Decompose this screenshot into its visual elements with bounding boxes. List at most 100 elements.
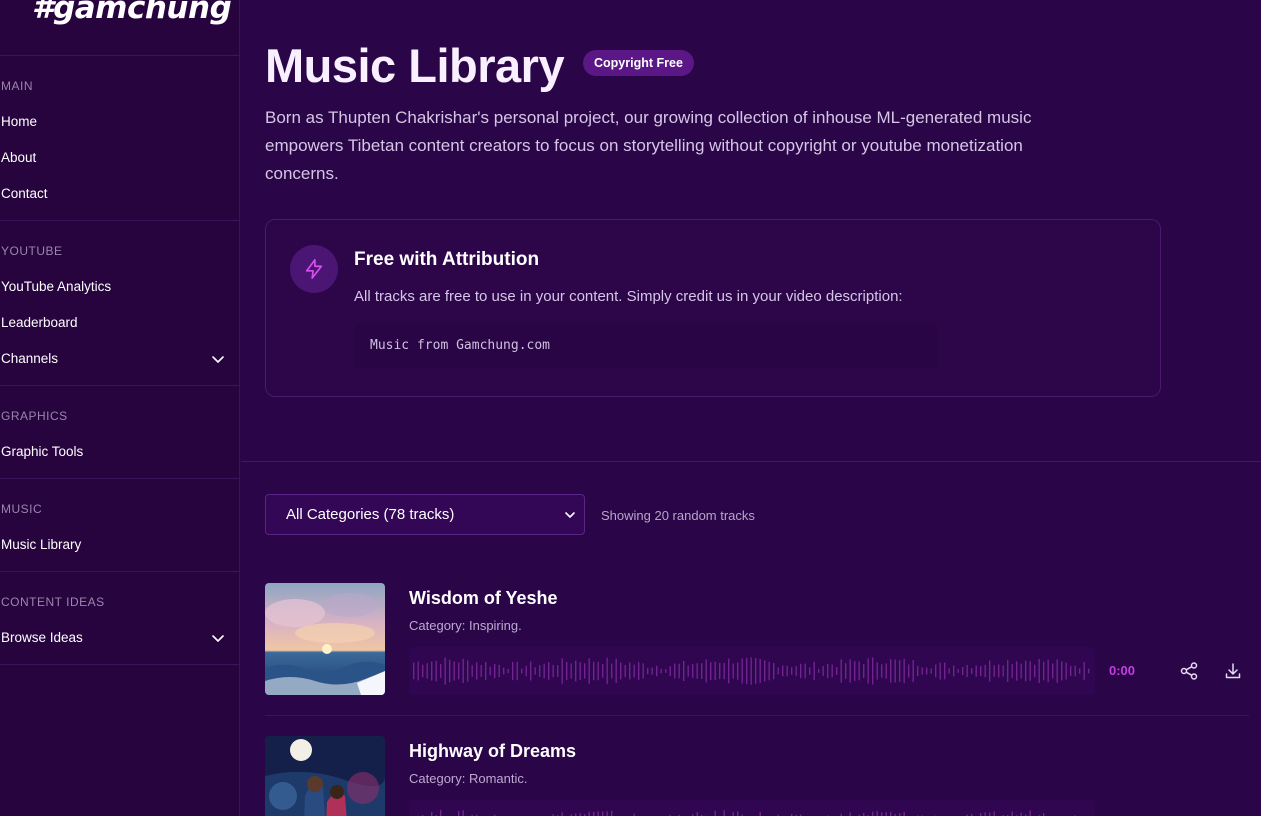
waveform-bar	[705, 659, 707, 683]
waveform-bar	[471, 665, 473, 677]
waveform-bar	[854, 661, 856, 681]
track-title[interactable]: Wisdom of Yeshe	[409, 588, 558, 609]
waveform-bar	[800, 663, 802, 679]
waveform-bar	[746, 658, 748, 685]
waveform-bar	[543, 663, 545, 679]
waveform-bar	[462, 810, 464, 816]
waveform-bar	[584, 663, 586, 679]
waveform-bar	[732, 812, 734, 816]
sidebar-item-youtube-analytics[interactable]: YouTube Analytics	[1, 279, 231, 294]
waveform-bar	[521, 668, 523, 674]
waveform-bar	[728, 658, 730, 684]
waveform-bar	[840, 659, 842, 683]
waveform[interactable]	[409, 800, 1095, 816]
waveform-bar	[467, 660, 469, 682]
waveform-bar	[768, 661, 770, 681]
waveform-bar	[683, 660, 685, 682]
waveform-bar	[431, 661, 433, 681]
waveform-bar	[732, 663, 734, 679]
share-icon[interactable]	[1179, 661, 1199, 681]
waveform-bar	[930, 668, 932, 674]
sidebar-item-channels[interactable]: Channels	[1, 351, 231, 366]
waveform-bar	[989, 812, 991, 816]
waveform-bar	[606, 657, 608, 685]
sidebar-item-label: About	[1, 150, 37, 165]
waveform-bar	[858, 661, 860, 681]
waveform-bar	[980, 665, 982, 677]
waveform-bar	[453, 661, 455, 681]
waveform-bar	[575, 660, 577, 682]
waveform-bar	[417, 661, 419, 681]
waveform-bar	[966, 665, 968, 677]
sidebar-item-label: Channels	[1, 351, 59, 366]
waveform-bar	[435, 660, 437, 682]
waveform-bar	[552, 664, 554, 678]
chevron-down-icon[interactable]	[211, 631, 225, 645]
download-icon[interactable]	[1223, 661, 1243, 681]
waveform-bar	[561, 658, 563, 684]
track-category: Category: Inspiring.	[409, 618, 522, 633]
waveform-bar	[1047, 659, 1049, 683]
track-title[interactable]: Highway of Dreams	[409, 741, 576, 762]
waveform-bar	[1007, 660, 1009, 682]
waveform-bar	[872, 811, 874, 816]
sidebar-item-home[interactable]: Home	[1, 114, 231, 129]
sidebar-item-music-library[interactable]: Music Library	[1, 537, 231, 552]
waveform-bar	[903, 811, 905, 816]
sidebar-item-label: Browse Ideas	[1, 630, 83, 645]
section-title-youtube: YOUTUBE	[1, 244, 63, 258]
waveform-bar	[773, 662, 775, 680]
waveform-bar	[759, 811, 761, 816]
divider	[0, 55, 240, 56]
waveform-bar	[512, 661, 514, 681]
waveform-bar	[1056, 659, 1058, 683]
sidebar: #gamchung MAIN Home About Contact YOUTUB…	[0, 0, 240, 816]
waveform-bar	[687, 665, 689, 677]
sidebar-item-contact[interactable]: Contact	[1, 186, 231, 201]
waveform-bar	[665, 669, 667, 673]
waveform-bar	[975, 665, 977, 677]
waveform-bar	[885, 812, 887, 816]
sidebar-item-leaderboard[interactable]: Leaderboard	[1, 315, 231, 330]
divider	[241, 461, 1261, 462]
sidebar-item-browse-ideas[interactable]: Browse Ideas	[1, 630, 231, 645]
waveform-bar	[440, 809, 442, 816]
chevron-down-icon[interactable]	[211, 352, 225, 366]
sidebar-item-about[interactable]: About	[1, 150, 231, 165]
category-select[interactable]: All Categories (78 tracks)	[265, 494, 585, 535]
waveform-bar	[1011, 811, 1013, 816]
waveform-bar	[804, 663, 806, 679]
waveform-bar	[678, 663, 680, 679]
waveform-bar	[872, 657, 874, 685]
waveform-bar	[741, 658, 743, 684]
waveform-bar	[458, 662, 460, 680]
waveform-bar	[984, 664, 986, 678]
site-logo[interactable]: #gamchung	[32, 0, 232, 26]
waveform-bar	[507, 668, 509, 674]
waveform-bar	[984, 812, 986, 816]
copyright-badge: Copyright Free	[583, 50, 694, 76]
sidebar-item-label: Leaderboard	[1, 315, 78, 330]
waveform-bar	[993, 665, 995, 677]
divider	[0, 478, 240, 479]
waveform-bar	[939, 662, 941, 680]
sidebar-item-graphic-tools[interactable]: Graphic Tools	[1, 444, 231, 459]
waveform-bar	[647, 667, 649, 675]
waveform-bar	[525, 665, 527, 677]
waveform[interactable]	[409, 647, 1095, 695]
waveform-bar	[1052, 663, 1054, 679]
waveform-bar	[476, 662, 478, 680]
waveform-bar	[921, 667, 923, 675]
waveform-bar	[431, 812, 433, 816]
waveform-bar	[1029, 810, 1031, 816]
waveform-bar	[606, 811, 608, 816]
waveform-bar	[1088, 668, 1090, 674]
waveform-bar	[503, 667, 505, 675]
waveform-bar	[809, 667, 811, 675]
waveform-bar	[449, 659, 451, 683]
waveform-bar	[710, 662, 712, 680]
track-category: Category: Romantic.	[409, 771, 528, 786]
app-window: #gamchung MAIN Home About Contact YOUTUB…	[0, 0, 1261, 816]
credit-code[interactable]: Music from Gamchung.com	[354, 324, 938, 368]
sidebar-item-label: Music Library	[1, 537, 82, 552]
